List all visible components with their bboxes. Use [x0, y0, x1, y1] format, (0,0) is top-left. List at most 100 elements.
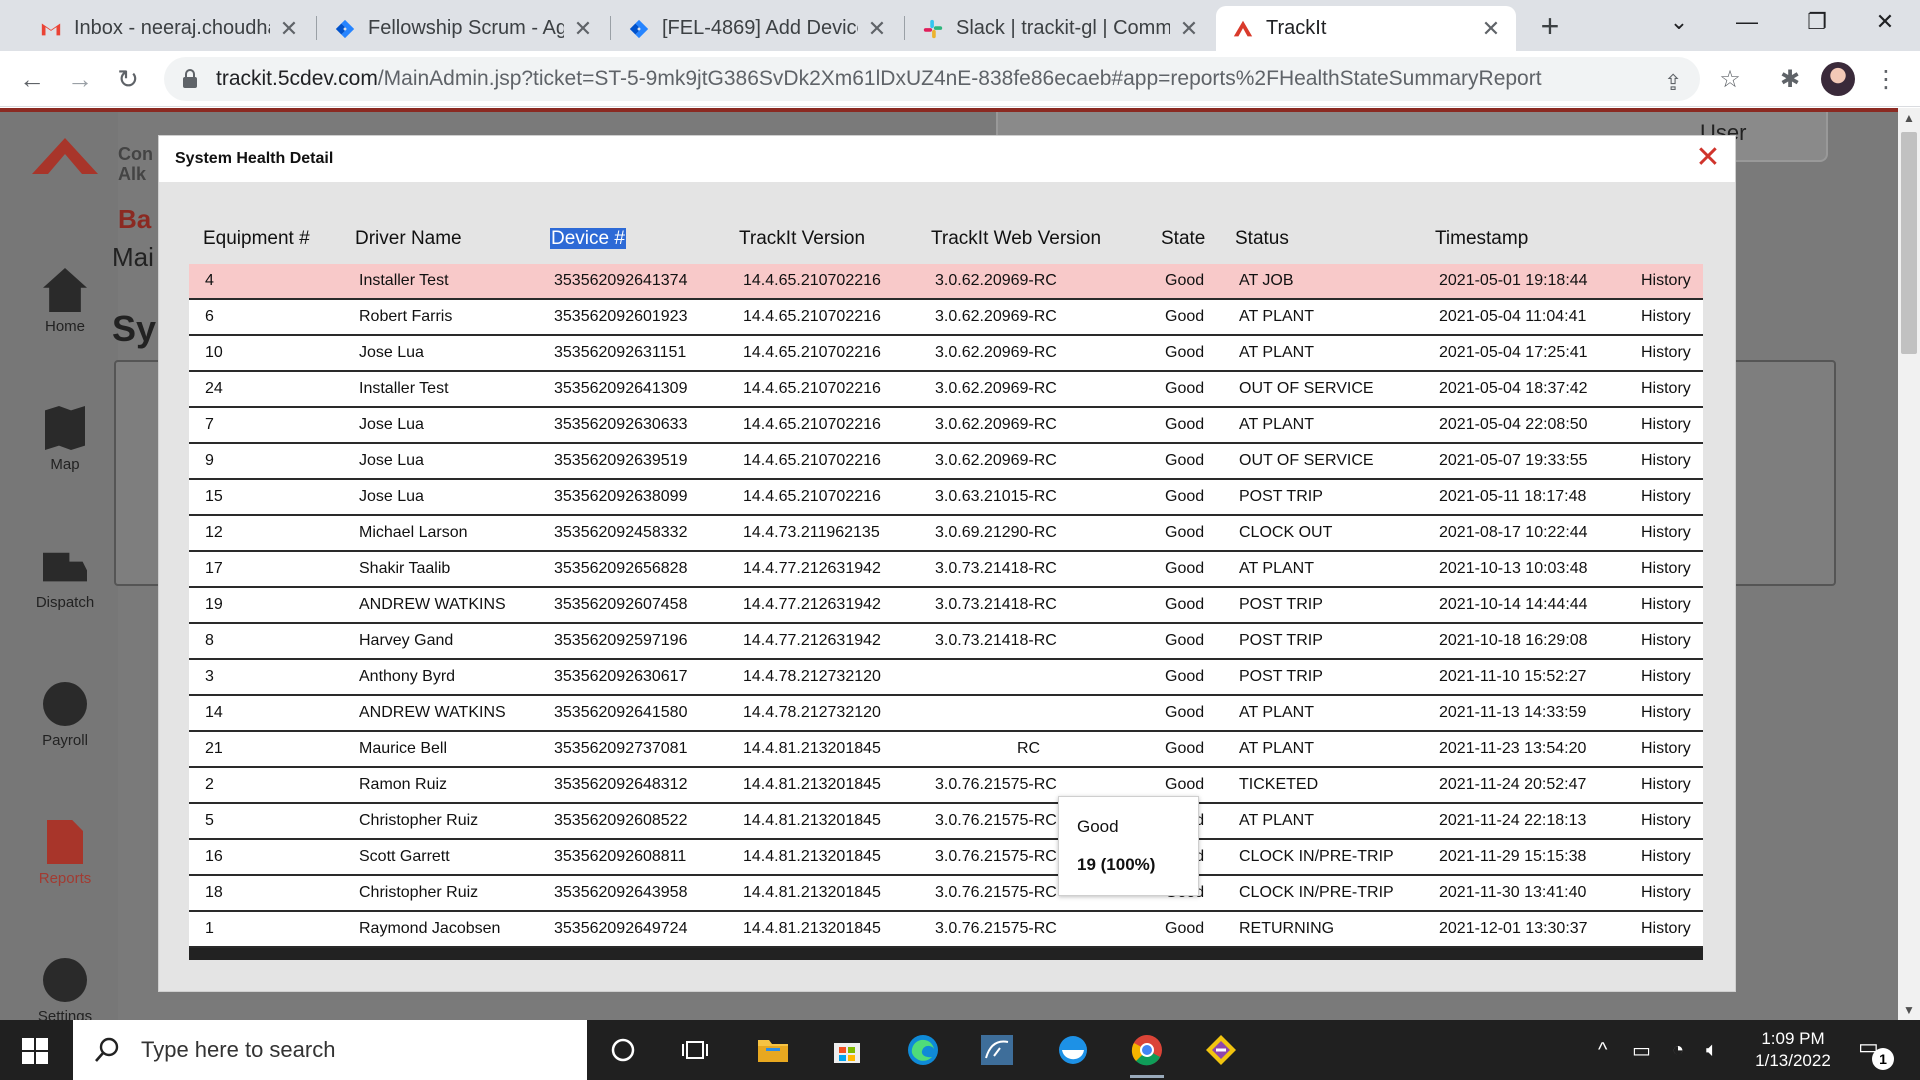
column-header-trackit-version[interactable]: TrackIt Version — [727, 228, 919, 250]
table-row[interactable]: 4 Installer Test 353562092641374 14.4.65.21… — [189, 264, 1703, 300]
column-header-status[interactable]: Status — [1223, 228, 1423, 250]
sidebar-item-reports[interactable]: Reports — [0, 820, 130, 887]
windows-start-icon[interactable] — [22, 1038, 48, 1064]
cell-trackit-version: 14.4.65.210702216 — [743, 272, 881, 289]
table-row[interactable]: 21 Maurice Bell 353562092737081 14.4.81.213… — [189, 732, 1703, 768]
table-row[interactable]: 5 Christopher Ruiz 353562092608522 14.4.81.… — [189, 804, 1703, 840]
extensions-puzzle-icon[interactable]: ✱ — [1772, 61, 1808, 97]
git-client-icon[interactable] — [1196, 1030, 1246, 1070]
column-header-driver-name[interactable]: Driver Name — [343, 228, 538, 250]
tab-fellowship-scrum[interactable]: Fellowship Scrum - Agile B ✕ — [318, 6, 608, 51]
history-link[interactable]: History — [1625, 560, 1703, 578]
history-link[interactable]: History — [1625, 272, 1703, 290]
table-row[interactable]: 19 ANDREW WATKINS 353562092607458 14.4.77.2… — [189, 588, 1703, 624]
bookmark-star-icon[interactable]: ☆ — [1712, 61, 1748, 97]
minimize-icon[interactable]: — — [1712, 0, 1782, 44]
sidebar-item-dispatch[interactable]: Dispatch — [0, 544, 130, 611]
table-row[interactable]: 2 Ramon Ruiz 353562092648312 14.4.81.213201… — [189, 768, 1703, 804]
mysql-workbench-icon[interactable] — [972, 1030, 1022, 1070]
sidebar-item-settings[interactable]: Settings — [0, 958, 130, 1020]
task-view-icon[interactable] — [670, 1030, 720, 1070]
table-row[interactable]: 17 Shakir Taalib 353562092656828 14.4.77.21… — [189, 552, 1703, 588]
edge-browser-icon[interactable] — [898, 1030, 948, 1070]
page-scrollbar[interactable]: ▲ ▼ — [1898, 108, 1920, 1020]
close-icon[interactable]: ✕ — [278, 16, 300, 42]
table-row[interactable]: 18 Christopher Ruiz 353562092643958 14.4.81… — [189, 876, 1703, 912]
close-icon[interactable]: ✕ — [866, 16, 888, 42]
history-link[interactable]: History — [1625, 344, 1703, 362]
reload-icon[interactable]: ↻ — [108, 59, 148, 99]
cortana-icon[interactable] — [598, 1030, 648, 1070]
history-link[interactable]: History — [1625, 704, 1703, 722]
scroll-up-icon[interactable]: ▲ — [1898, 108, 1920, 128]
history-link[interactable]: History — [1625, 416, 1703, 434]
chrome-browser-icon[interactable] — [1122, 1030, 1172, 1078]
tab-search-icon[interactable]: ⌄ — [1644, 0, 1714, 44]
column-header-equipment[interactable]: Equipment # — [189, 228, 343, 250]
volume-icon[interactable]: 🔈︎ — [1706, 1020, 1718, 1080]
back-arrow-icon[interactable]: ← — [12, 59, 52, 99]
share-icon[interactable]: ⇪ — [1664, 70, 1682, 96]
tab-fel-4869[interactable]: [FEL-4869] Add Device ID ✕ — [612, 6, 902, 51]
history-link[interactable]: History — [1625, 848, 1703, 866]
table-row[interactable]: 1 Raymond Jacobsen 353562092649724 14.4.81.… — [189, 912, 1703, 948]
history-link[interactable]: History — [1625, 596, 1703, 614]
table-row[interactable]: 16 Scott Garrett 353562092608811 14.4.81.21… — [189, 840, 1703, 876]
profile-avatar[interactable] — [1820, 61, 1856, 97]
history-link[interactable]: History — [1625, 452, 1703, 470]
close-icon[interactable]: ✕ — [572, 16, 594, 42]
docker-icon[interactable] — [1048, 1030, 1098, 1070]
file-explorer-icon[interactable] — [748, 1030, 798, 1070]
table-row[interactable]: 10 Jose Lua 353562092631151 14.4.65.2107022… — [189, 336, 1703, 372]
forward-arrow-icon[interactable]: → — [60, 59, 100, 99]
table-row[interactable]: 24 Installer Test 353562092641309 14.4.65.2… — [189, 372, 1703, 408]
tab-slack[interactable]: Slack | trackit-gl | Comma ✕ — [906, 6, 1214, 51]
history-link[interactable]: History — [1625, 884, 1703, 902]
address-bar[interactable]: trackit.5cdev.com/MainAdmin.jsp?ticket=S… — [164, 57, 1700, 101]
show-hidden-icons[interactable]: ^ — [1598, 1020, 1607, 1080]
close-icon[interactable]: ✕ — [1693, 143, 1723, 174]
table-row[interactable]: 12 Michael Larson 353562092458332 14.4.73.2… — [189, 516, 1703, 552]
microsoft-store-icon[interactable] — [822, 1030, 872, 1070]
table-row[interactable]: 14 ANDREW WATKINS 353562092641580 14.4.78.2… — [189, 696, 1703, 732]
table-row[interactable]: 7 Jose Lua 353562092630633 14.4.65.21070221… — [189, 408, 1703, 444]
table-row[interactable]: 3 Anthony Byrd 353562092630617 14.4.78.2127… — [189, 660, 1703, 696]
restore-icon[interactable]: ❐ — [1782, 0, 1852, 44]
history-link[interactable]: History — [1625, 668, 1703, 686]
menu-kebab-icon[interactable]: ⋮ — [1868, 61, 1904, 97]
system-clock[interactable]: 1:09 PM 1/13/2022 — [1738, 1028, 1848, 1072]
scroll-down-icon[interactable]: ▼ — [1898, 1000, 1920, 1020]
history-link[interactable]: History — [1625, 488, 1703, 506]
history-link[interactable]: History — [1625, 740, 1703, 758]
column-header-trackit-web-version[interactable]: TrackIt Web Version — [919, 228, 1149, 250]
history-link[interactable]: History — [1625, 632, 1703, 650]
column-header-state[interactable]: State — [1149, 228, 1223, 250]
table-row[interactable]: 6 Robert Farris 353562092601923 14.4.65.210… — [189, 300, 1703, 336]
new-tab-button[interactable]: + — [1532, 8, 1568, 45]
tab-trackit[interactable]: TrackIt ✕ — [1216, 6, 1516, 51]
history-link[interactable]: History — [1625, 308, 1703, 326]
scrollbar-thumb[interactable] — [1901, 132, 1917, 354]
window-close-icon[interactable]: ✕ — [1850, 0, 1920, 44]
table-row[interactable]: 9 Jose Lua 353562092639519 14.4.65.21070221… — [189, 444, 1703, 480]
tab-gmail[interactable]: Inbox - neeraj.choudhary@ ✕ — [24, 6, 314, 51]
wifi-icon[interactable]: ◔ — [1672, 1020, 1684, 1080]
sidebar-item-payroll[interactable]: Payroll — [0, 682, 130, 749]
sidebar-item-home[interactable]: Home — [0, 268, 130, 335]
close-icon[interactable]: ✕ — [1178, 16, 1200, 42]
sidebar-item-map[interactable]: Map — [0, 406, 130, 473]
history-link[interactable]: History — [1625, 524, 1703, 542]
close-icon[interactable]: ✕ — [1480, 16, 1502, 42]
battery-icon[interactable]: ▭ — [1632, 1020, 1651, 1080]
history-link[interactable]: History — [1625, 920, 1703, 938]
taskbar-search-box[interactable]: Type here to search — [73, 1020, 587, 1080]
column-header-timestamp[interactable]: Timestamp — [1423, 228, 1625, 250]
history-link[interactable]: History — [1625, 380, 1703, 398]
column-header-device[interactable]: Device # — [538, 228, 727, 250]
table-row[interactable]: 15 Jose Lua 353562092638099 14.4.65.2107022… — [189, 480, 1703, 516]
history-link[interactable]: History — [1625, 812, 1703, 830]
table-row[interactable]: 8 Harvey Gand 353562092597196 14.4.77.21263… — [189, 624, 1703, 660]
windows-taskbar: Type here to search ^ ▭ ◔ 🔈︎ 1:09 PM 1/1… — [0, 1020, 1920, 1080]
notification-icon[interactable]: ▭ 1 — [1858, 1034, 1894, 1070]
history-link[interactable]: History — [1625, 776, 1703, 794]
